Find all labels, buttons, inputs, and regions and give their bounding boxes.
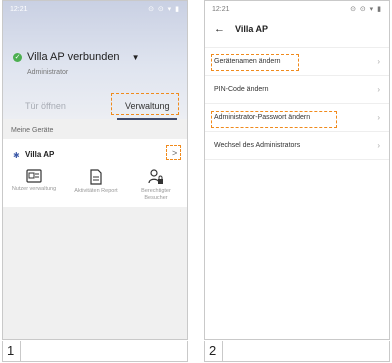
menu-item-label: Wechsel des Administrators (214, 142, 301, 149)
feature-label: Aktivitäten Report (74, 188, 118, 194)
page-title: Villa AP (235, 24, 269, 34)
panel-caption-1: 1 (2, 341, 188, 362)
caption-number: 2 (209, 341, 224, 361)
document-icon (90, 169, 102, 185)
tab-door-open[interactable]: Tür öffnen (25, 101, 66, 111)
screenshot-panel-2: 12:21 ⊙ ⊙ ▾ ▮ ← Villa AP Gerätenamen änd… (204, 0, 390, 340)
feature-label: Berechtigter Besucher (141, 188, 171, 201)
app-bar: ← Villa AP (205, 17, 389, 41)
section-my-devices: Meine Geräte (11, 127, 54, 134)
bluetooth-icon: ✱ (13, 151, 20, 160)
dropdown-caret-icon[interactable]: ▼ (132, 53, 140, 62)
highlight-box-management-tab (111, 93, 179, 115)
feature-user-management[interactable]: Nutzer verwaltung (10, 169, 58, 193)
device-name: Villa AP verbunden (27, 51, 120, 63)
status-time: 12:21 (10, 5, 28, 13)
chevron-right-icon: › (377, 57, 380, 66)
status-bar: 12:21 ⊙ ⊙ ▾ ▮ (205, 1, 389, 17)
highlight-box-admin-password (211, 111, 337, 128)
menu-item-label: PIN-Code ändern (214, 86, 269, 93)
user-lock-icon (148, 169, 163, 184)
status-icons: ⊙ ⊙ ▾ ▮ (350, 6, 382, 13)
chevron-right-icon: › (377, 85, 380, 94)
status-icons: ⊙ ⊙ ▾ ▮ (148, 6, 180, 13)
feature-activity-report[interactable]: Aktivitäten Report (72, 169, 120, 195)
device-card: ✱ Villa AP > Nutzer verwaltung Aktivität… (3, 139, 187, 207)
feature-authorized-visitor[interactable]: Berechtigter Besucher (132, 169, 180, 202)
id-card-icon (26, 169, 42, 183)
screenshot-panel-1: 12:21 ⊙ ⊙ ▾ ▮ ✓ Villa AP verbunden ▼ Adm… (2, 0, 188, 340)
menu-item-change-administrator[interactable]: Wechsel des Administrators › (205, 132, 389, 160)
feature-label: Nutzer verwaltung (11, 186, 57, 192)
highlight-box-chevron (166, 145, 181, 160)
panel-caption-2: 2 (204, 341, 390, 362)
highlight-box-rename (211, 54, 299, 71)
chevron-right-icon: › (377, 141, 380, 150)
device-header: 12:21 ⊙ ⊙ ▾ ▮ ✓ Villa AP verbunden ▼ Adm… (3, 1, 187, 120)
active-tab-indicator (117, 118, 177, 120)
status-bar: 12:21 ⊙ ⊙ ▾ ▮ (3, 1, 187, 17)
chevron-right-icon: › (377, 113, 380, 122)
caption-number: 1 (7, 341, 22, 361)
back-arrow-icon[interactable]: ← (214, 23, 225, 35)
user-role: Administrator (27, 69, 69, 76)
menu-item-change-pin[interactable]: PIN-Code ändern › (205, 76, 389, 104)
status-time: 12:21 (212, 5, 230, 13)
connected-check-icon: ✓ (13, 52, 22, 62)
device-card-title: Villa AP (25, 150, 55, 159)
device-selector[interactable]: ✓ Villa AP verbunden ▼ (13, 51, 139, 63)
